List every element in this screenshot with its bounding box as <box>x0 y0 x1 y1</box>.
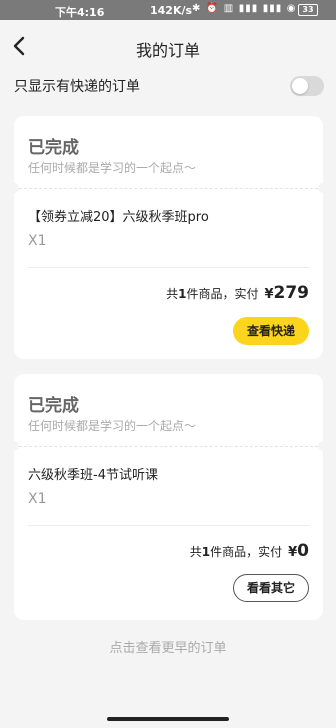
order-header: 已完成 任何时候都是学习的一个起点～ <box>14 116 323 188</box>
summary-prefix: 共 <box>166 287 179 301</box>
home-indicator <box>107 717 229 721</box>
divider <box>28 267 309 268</box>
order-summary: 共1件商品，实付 ¥0 <box>190 541 309 561</box>
product-name: 六级秋季班-4节试听课 <box>28 468 158 483</box>
summary-prefix: 共 <box>189 545 202 559</box>
product-quantity: X1 <box>28 233 47 249</box>
view-earlier-orders-link[interactable]: 点击查看更早的订单 <box>0 637 336 656</box>
order-card[interactable]: 已完成 任何时候都是学习的一个起点～ 【领券立减20】六级秋季班pro X1 共… <box>9 116 328 359</box>
order-card[interactable]: 已完成 任何时候都是学习的一个起点～ 六级秋季班-4节试听课 X1 共1件商品，… <box>9 374 328 620</box>
summary-suffix: 件商品，实付 <box>186 287 259 301</box>
order-price: 279 <box>273 283 310 303</box>
express-filter-toggle[interactable] <box>290 76 324 96</box>
order-price: 0 <box>297 541 309 561</box>
status-icons: ✱ ⏰ ▥ ▮▮▮ ▮▮▮ ◉ <box>192 3 297 14</box>
order-status: 已完成 <box>28 396 79 416</box>
order-status: 已完成 <box>28 138 79 158</box>
divider <box>28 525 309 526</box>
dashed-divider <box>14 188 323 189</box>
express-filter-row: 只显示有快递的订单 <box>0 74 336 98</box>
order-slogan: 任何时候都是学习的一个起点～ <box>28 161 197 175</box>
express-filter-label: 只显示有快递的订单 <box>14 79 140 95</box>
toggle-knob <box>292 78 308 94</box>
order-summary: 共1件商品，实付 ¥279 <box>166 283 309 303</box>
summary-suffix: 件商品，实付 <box>210 545 283 559</box>
ticket-notch-left <box>9 183 19 193</box>
network-speed: 142K/s <box>150 4 193 17</box>
currency-symbol: ¥ <box>264 287 274 302</box>
ticket-notch-left <box>9 441 19 451</box>
status-bar: 下午4:16 142K/s ✱ ⏰ ▥ ▮▮▮ ▮▮▮ ◉ 33 <box>0 0 336 20</box>
status-time: 下午4:16 <box>55 6 105 19</box>
order-slogan: 任何时候都是学习的一个起点～ <box>28 419 197 433</box>
nav-bar: 我的订单 <box>0 20 336 74</box>
product-name: 【领券立减20】六级秋季班pro <box>28 210 209 225</box>
view-express-button[interactable]: 查看快递 <box>233 317 309 345</box>
battery-icon: 33 <box>298 4 318 16</box>
product-quantity: X1 <box>28 491 47 507</box>
ticket-notch-right <box>318 183 328 193</box>
order-header: 已完成 任何时候都是学习的一个起点～ <box>14 374 323 446</box>
page-title: 我的订单 <box>135 41 200 60</box>
currency-symbol: ¥ <box>288 545 298 560</box>
item-count: 1 <box>201 545 211 559</box>
ticket-notch-right <box>318 441 328 451</box>
see-others-button[interactable]: 看看其它 <box>233 574 309 602</box>
dashed-divider <box>14 446 323 447</box>
